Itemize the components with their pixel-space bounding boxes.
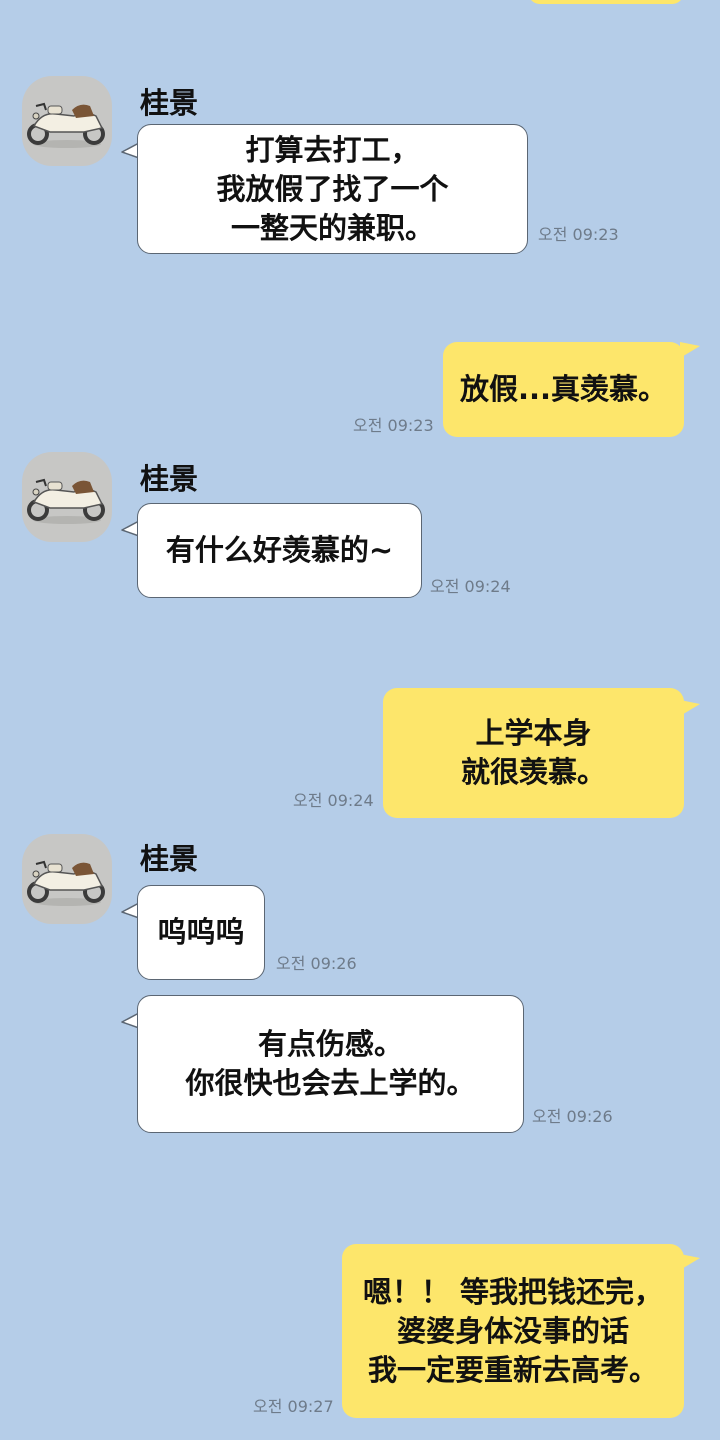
message-line: 就很羡慕。 <box>460 755 606 789</box>
message-timestamp: 오전 09:26 <box>276 954 357 973</box>
motorcycle-sidecar-icon <box>27 102 105 148</box>
message-timestamp: 오전 09:24 <box>430 577 511 596</box>
sender-name: 桂景 <box>140 842 199 876</box>
sender-name: 桂景 <box>140 86 199 120</box>
message-line: 一整天的兼职。 <box>230 210 434 245</box>
message-timestamp: 오전 09:27 <box>253 1397 334 1416</box>
avatar[interactable] <box>22 76 112 166</box>
message-line: 婆婆身体没事的话 <box>396 1313 629 1348</box>
message-bubble[interactable]: 放假...真羡慕。 <box>443 342 684 437</box>
message-timestamp: 오전 09:26 <box>532 1107 613 1126</box>
previous-message-bubble <box>528 0 684 4</box>
sender-name: 桂景 <box>140 462 199 496</box>
message-bubble[interactable]: 有什么好羡慕的~ <box>137 503 422 598</box>
message-bubble[interactable]: 上学本身 就很羡慕。 <box>383 688 684 818</box>
message-line: 放假...真羡慕。 <box>459 372 668 406</box>
avatar[interactable] <box>22 834 112 924</box>
message-line: 上学本身 <box>475 716 592 750</box>
message-bubble[interactable]: 打算去打工， 我放假了找了一个 一整天的兼职。 <box>137 124 528 254</box>
bubble-tail <box>680 1254 700 1270</box>
message-line: 嗯！！ 等我把钱还完， <box>362 1274 664 1309</box>
message-line: 有什么好羡慕的~ <box>165 533 394 567</box>
motorcycle-sidecar-icon <box>27 478 105 524</box>
bubble-tail <box>680 342 700 358</box>
message-bubble[interactable]: 有点伤感。 你很快也会去上学的。 <box>137 995 524 1133</box>
message-line: 有点伤感。 <box>257 1027 403 1061</box>
message-timestamp: 오전 09:24 <box>293 791 374 810</box>
message-line: 呜呜呜 <box>157 915 245 949</box>
avatar[interactable] <box>22 452 112 542</box>
message-line: 你很快也会去上学的。 <box>185 1066 476 1100</box>
message-bubble[interactable]: 呜呜呜 <box>137 885 265 980</box>
message-line: 我放假了找了一个 <box>216 171 449 206</box>
message-timestamp: 오전 09:23 <box>353 416 434 435</box>
bubble-tail <box>680 700 700 716</box>
message-line: 我一定要重新去高考。 <box>367 1352 658 1387</box>
message-line: 打算去打工， <box>245 132 420 167</box>
message-bubble[interactable]: 嗯！！ 等我把钱还完， 婆婆身体没事的话 我一定要重新去高考。 <box>342 1244 684 1418</box>
message-timestamp: 오전 09:23 <box>538 225 619 244</box>
motorcycle-sidecar-icon <box>27 860 105 906</box>
